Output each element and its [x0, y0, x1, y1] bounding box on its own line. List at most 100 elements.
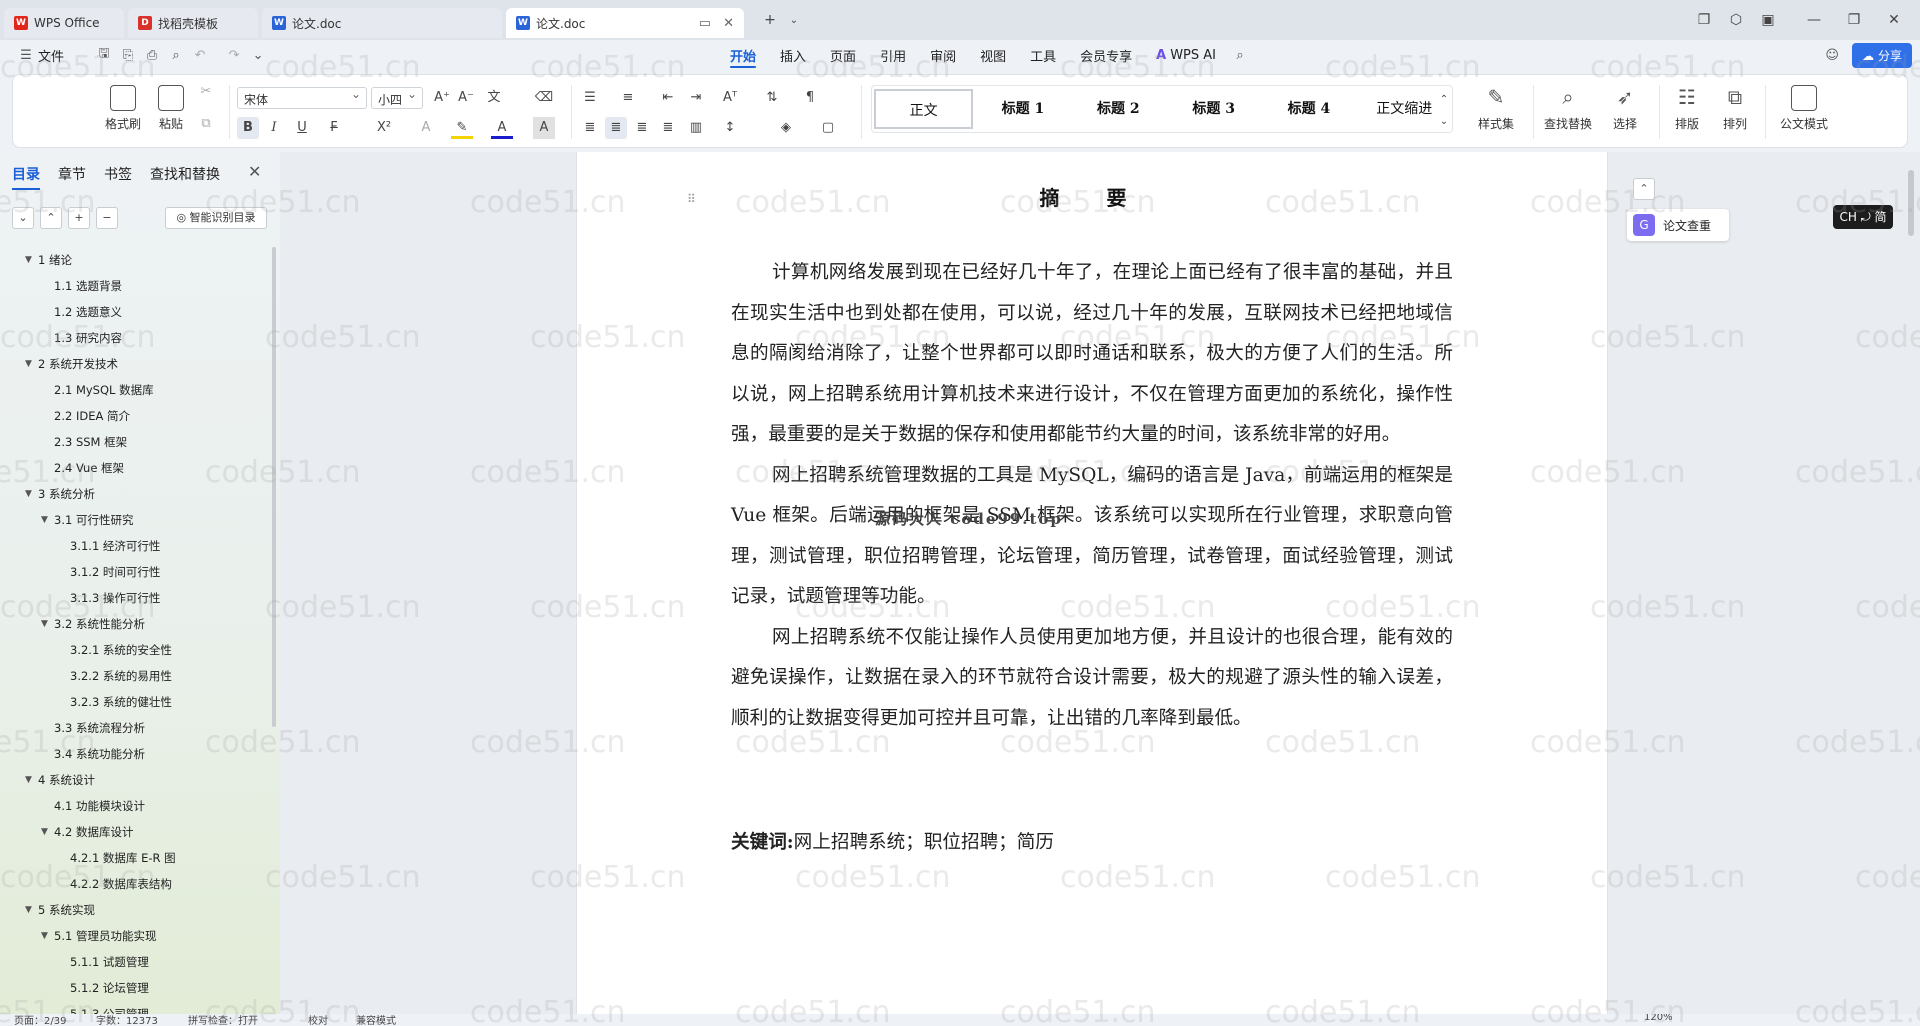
paste-button[interactable]: 粘贴 [149, 85, 193, 132]
paragraph[interactable]: 网上招聘系统管理数据的工具是 MySQL，编码的语言是 Java，前端运用的框架… [731, 456, 1453, 618]
search-icon[interactable]: ⌕ [1228, 48, 1252, 63]
toc-item[interactable]: ▼ 1 绪论 [0, 247, 270, 273]
font-name-select[interactable]: 宋体 [237, 87, 367, 109]
share-button[interactable]: ☁ 分享 [1852, 42, 1912, 68]
font-size-select[interactable]: 小四 [371, 87, 423, 109]
toc-item[interactable]: 2.1 MySQL 数据库 [0, 377, 270, 403]
file-menu[interactable]: 文件 [38, 40, 72, 70]
close-icon[interactable]: ✕ [248, 162, 261, 181]
zoom-level[interactable]: 120% [1644, 1014, 1673, 1023]
highlight-icon[interactable]: ✎ [451, 117, 473, 139]
doc-body[interactable]: 计算机网络发展到现在已经好几十年了，在理论上面已经有了很丰富的基础，并且在现实生… [731, 253, 1453, 739]
export-icon[interactable]: ⎘ [116, 48, 140, 63]
paper-check-button[interactable]: G 论文查重 [1627, 209, 1729, 241]
shading-icon[interactable]: ◈ [775, 117, 797, 139]
bold-button[interactable]: B [237, 117, 259, 139]
toc-item[interactable]: 3.2.2 系统的易用性 [0, 663, 270, 689]
style-set-button[interactable]: ✎ 样式集 [1469, 85, 1523, 132]
bullet-list-icon[interactable]: ☰ [579, 87, 601, 109]
expand-toggle-icon[interactable]: ▼ [25, 481, 32, 507]
page-indicator[interactable]: 页面：2/39 [14, 1014, 66, 1026]
tab-view[interactable]: 视图 [968, 40, 1018, 70]
align-center-icon[interactable]: ≣ [605, 117, 627, 139]
toc-item[interactable]: ▼ 2 系统开发技术 [0, 351, 270, 377]
show-marks-icon[interactable]: ¶ [799, 87, 821, 109]
nav-tab-chapters[interactable]: 章节 [58, 164, 86, 190]
collapse-up-icon[interactable]: ⌃ [40, 207, 62, 229]
expand-toggle-icon[interactable]: ▼ [41, 819, 48, 845]
official-mode-button[interactable]: 公文模式 [1771, 85, 1837, 132]
font-color-icon[interactable]: A [491, 117, 513, 139]
toc-item[interactable]: ▼ 3 系统分析 [0, 481, 270, 507]
restore-icon[interactable]: ❐ [1838, 12, 1870, 28]
nav-tab-bookmarks[interactable]: 书签 [104, 164, 132, 190]
new-tab-icon[interactable]: + [754, 12, 786, 28]
save-icon[interactable]: 🖫 [92, 44, 116, 66]
toc-item[interactable]: 4.2.2 数据库表结构 [0, 871, 270, 897]
sort-icon[interactable]: ⇅ [761, 87, 783, 109]
expand-toggle-icon[interactable]: ▼ [25, 897, 32, 923]
numbered-list-icon[interactable]: ≡ [617, 87, 639, 109]
style-heading-1[interactable]: 标题 1 [975, 89, 1070, 129]
toc-item[interactable]: 4.2.1 数据库 E-R 图 [0, 845, 270, 871]
style-normal[interactable]: 正文 [874, 89, 974, 129]
underline-icon[interactable]: U [291, 117, 313, 139]
align-right-icon[interactable]: ≣ [631, 117, 653, 139]
paragraph[interactable]: 网上招聘系统不仅能让操作人员使用更加地方便，并且设计的也很合理，能有效的避免误操… [731, 618, 1453, 740]
strikethrough-icon[interactable]: F [323, 117, 345, 139]
toc-item[interactable]: 5.1.2 论坛管理 [0, 975, 270, 1001]
close-window-icon[interactable]: ✕ [1878, 12, 1910, 28]
toc-item[interactable]: ▼ 3.1 可行性研究 [0, 507, 270, 533]
tab-page[interactable]: 页面 [818, 40, 868, 70]
phonetic-icon[interactable]: 文 [483, 87, 505, 109]
collapse-panel-icon[interactable]: ⌃ [1633, 178, 1655, 200]
copy-icon[interactable]: ⧉ [195, 113, 217, 135]
tab-doc-2-active[interactable]: W 论文.doc ▭ ✕ [506, 8, 744, 38]
format-painter-button[interactable]: 格式刷 [101, 85, 145, 132]
cut-icon[interactable]: ✂ [195, 81, 217, 103]
document-page[interactable]: ⠿ 摘 要 计算机网络发展到现在已经好几十年了，在理论上面已经有了很丰富的基础，… [576, 152, 1608, 1014]
align-left-icon[interactable]: ≣ [579, 117, 601, 139]
tab-wps-office[interactable]: W WPS Office [4, 8, 124, 38]
clear-format-icon[interactable]: ⌫ [533, 87, 555, 109]
doc-heading[interactable]: 摘 要 [577, 182, 1609, 211]
toc-item[interactable]: ▼ 4 系统设计 [0, 767, 270, 793]
distributed-icon[interactable]: ▥ [685, 117, 707, 139]
increase-indent-icon[interactable]: ⇥ [685, 87, 707, 109]
remove-heading-icon[interactable]: − [96, 207, 118, 229]
print-icon[interactable]: ⎙ [140, 48, 164, 63]
ai-toc-button[interactable]: ◎ 智能识别目录 [165, 207, 267, 229]
toc-item[interactable]: 1.1 选题背景 [0, 273, 270, 299]
style-heading-2[interactable]: 标题 2 [1071, 89, 1166, 129]
tab-tools[interactable]: 工具 [1018, 40, 1068, 70]
expand-down-icon[interactable]: ⌄ [12, 207, 34, 229]
window-tile-icon[interactable]: ❐ [1688, 12, 1720, 28]
toc-item[interactable]: ▼ 5 系统实现 [0, 897, 270, 923]
chevron-down-icon[interactable]: ⌄ [246, 48, 270, 63]
paragraph[interactable]: 计算机网络发展到现在已经好几十年了，在理论上面已经有了很丰富的基础，并且在现实生… [731, 253, 1453, 456]
ime-indicator[interactable]: CH ⤾ 简 [1833, 205, 1893, 229]
word-count[interactable]: 字数：12373 [96, 1014, 158, 1026]
chevron-down-icon[interactable]: ⌄ [786, 15, 802, 26]
shrink-font-icon[interactable]: A⁻ [455, 87, 477, 109]
tab-doc-1[interactable]: W 论文.doc [262, 8, 502, 38]
toc-item[interactable]: 3.1.3 操作可行性 [0, 585, 270, 611]
toc-item[interactable]: 3.2.3 系统的健壮性 [0, 689, 270, 715]
toc-item[interactable]: 1.3 研究内容 [0, 325, 270, 351]
gallery-more-icon[interactable]: ⌃ ⌄ [1433, 89, 1455, 127]
border-icon[interactable]: ▢ [817, 117, 839, 139]
hamburger-icon[interactable]: ☰ [14, 48, 38, 63]
toc-item[interactable]: 3.3 系统流程分析 [0, 715, 270, 741]
cube-icon[interactable]: ⬡ [1720, 12, 1752, 28]
toc-item[interactable]: 3.1.2 时间可行性 [0, 559, 270, 585]
line-spacing-icon[interactable]: ↕ [719, 117, 741, 139]
find-replace-button[interactable]: ⌕ 查找替换 [1537, 85, 1599, 132]
toc-item[interactable]: ▼ 5.1 管理员功能实现 [0, 923, 270, 949]
superscript-icon[interactable]: X² [373, 117, 395, 139]
redo-icon[interactable]: ↷ [222, 48, 246, 63]
toc-item[interactable]: 5.1.1 试题管理 [0, 949, 270, 975]
tab-member[interactable]: 会员专享 [1068, 40, 1144, 70]
toc-item[interactable]: 3.2.1 系统的安全性 [0, 637, 270, 663]
toc-item[interactable]: 4.1 功能模块设计 [0, 793, 270, 819]
add-heading-icon[interactable]: + [68, 207, 90, 229]
